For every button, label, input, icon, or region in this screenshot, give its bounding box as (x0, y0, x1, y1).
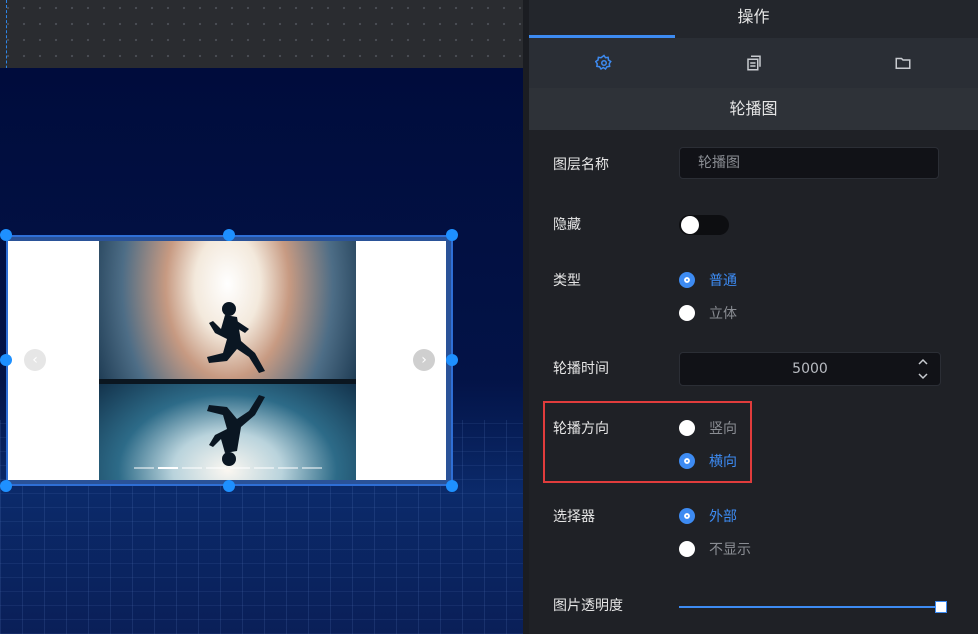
hidden-toggle[interactable] (679, 215, 729, 235)
layer-name-label: 图层名称 (553, 157, 609, 173)
chevron-left-icon: ‹ (32, 352, 38, 368)
layer-name-placeholder: 轮播图 (698, 155, 740, 171)
tab-settings[interactable] (529, 38, 679, 88)
resize-handle-bottom[interactable] (223, 480, 235, 492)
indicator-dot[interactable] (254, 467, 274, 469)
panel-tabs (529, 38, 978, 88)
active-tab-indicator (529, 35, 675, 38)
indicator-option-outside[interactable]: 外部 (679, 506, 737, 526)
indicator-dot[interactable] (230, 467, 250, 469)
radio-dot (679, 508, 695, 524)
opacity-slider-thumb[interactable] (935, 601, 947, 613)
panel-title: 操作 (737, 7, 770, 26)
radio-dot (679, 272, 695, 288)
resize-handle-bottom-left[interactable] (0, 480, 12, 492)
section-title: 轮播图 (529, 88, 978, 130)
radio-label: 外部 (709, 509, 737, 525)
indicator-dot[interactable] (158, 467, 178, 469)
gear-icon (594, 54, 612, 71)
radio-label: 普通 (709, 273, 737, 289)
resize-handle-right[interactable] (446, 354, 458, 366)
type-label: 类型 (553, 273, 581, 289)
carousel-indicators (134, 467, 322, 469)
folder-icon (895, 57, 911, 69)
indicator-dot[interactable] (278, 467, 298, 469)
canvas-dot-grid (0, 0, 523, 68)
indicator-dot[interactable] (134, 467, 154, 469)
interval-label: 轮播时间 (553, 361, 609, 377)
resize-handle-bottom-right[interactable] (446, 480, 458, 492)
tab-files[interactable] (828, 38, 978, 88)
chevron-right-icon: › (421, 352, 427, 368)
interval-stepper[interactable]: 5000 (679, 352, 941, 386)
carousel-image (99, 241, 356, 480)
resize-handle-left[interactable] (0, 354, 12, 366)
runner-silhouette (207, 302, 265, 466)
interval-value: 5000 (792, 361, 828, 377)
radio-label: 立体 (709, 306, 737, 322)
carousel-prev-button[interactable]: ‹ (24, 349, 46, 371)
editor-canvas: ‹ › (0, 0, 523, 634)
radio-dot (679, 305, 695, 321)
resize-handle-top[interactable] (223, 229, 235, 241)
indicator-option-none[interactable]: 不显示 (679, 539, 751, 559)
carousel-next-button[interactable]: › (413, 349, 435, 371)
highlight-box (543, 401, 752, 483)
type-option-3d[interactable]: 立体 (679, 303, 737, 323)
stepper-arrows-icon[interactable] (916, 356, 930, 382)
opacity-label: 图片透明度 (553, 598, 623, 614)
indicator-dot[interactable] (206, 467, 226, 469)
resize-handle-top-left[interactable] (0, 229, 12, 241)
panel-header: 操作 (529, 0, 978, 38)
type-option-normal[interactable]: 普通 (679, 270, 737, 290)
copy-icon (746, 55, 761, 71)
radio-dot (679, 541, 695, 557)
hidden-label: 隐藏 (553, 217, 581, 233)
toggle-knob (681, 216, 699, 234)
layer-name-input[interactable]: 轮播图 (679, 147, 939, 179)
indicator-dot[interactable] (302, 467, 322, 469)
indicator-dot[interactable] (182, 467, 202, 469)
properties-panel: 操作 轮播图 图层名称 轮播图 隐藏 类型 普通 立体 轮播时间 5000 轮播… (529, 0, 978, 634)
radio-label: 不显示 (709, 542, 751, 558)
tab-layers[interactable] (679, 38, 829, 88)
resize-handle-top-right[interactable] (446, 229, 458, 241)
indicator-label: 选择器 (553, 509, 595, 525)
opacity-slider-track[interactable] (679, 606, 941, 608)
